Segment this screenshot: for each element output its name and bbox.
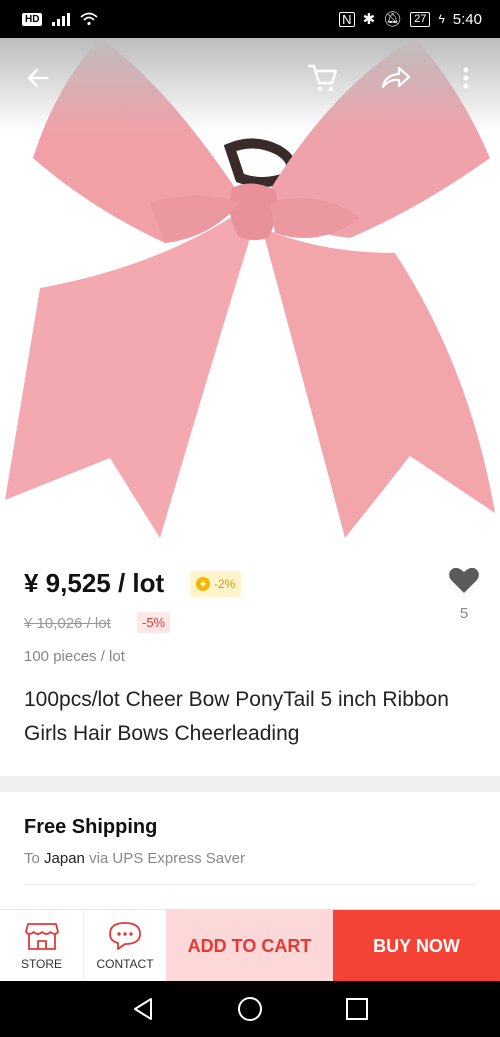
price: ¥ 9,525 / lot (24, 568, 165, 598)
cart-button[interactable] (304, 60, 340, 96)
more-vert-icon (463, 67, 469, 89)
product-image[interactable] (0, 38, 500, 538)
shipping-details: To Japan via UPS Express Saver (24, 850, 245, 867)
hd-badge: HD (22, 12, 43, 26)
arrow-left-icon (27, 68, 49, 88)
nav-recents-button[interactable] (337, 989, 377, 1029)
shipping-section[interactable]: Free Shipping To Japan via UPS Express S… (0, 792, 500, 909)
system-nav-bar (0, 981, 500, 1037)
nav-home-button[interactable] (230, 989, 270, 1029)
triangle-back-icon (134, 998, 153, 1020)
share-icon (381, 66, 411, 89)
circle-home-icon (237, 997, 262, 1021)
mute-icon: 🔕︎ (383, 11, 403, 28)
charging-icon: ϟ (438, 12, 445, 26)
add-to-cart-button[interactable]: ADD TO CART (166, 910, 333, 982)
chat-icon (109, 922, 141, 950)
contact-label: CONTACT (96, 957, 154, 971)
pieces-per-lot: 100 pieces / lot (24, 648, 125, 665)
buy-now-button[interactable]: BUY NOW (333, 910, 500, 982)
shipping-divider (24, 884, 476, 885)
wifi-icon (80, 12, 99, 26)
bluetooth-icon: ✱ (362, 11, 376, 28)
coin-discount-badge[interactable]: + -2% (190, 571, 242, 597)
signal-icon (52, 12, 71, 26)
coin-discount-label: -2% (214, 577, 236, 591)
store-label: STORE (20, 957, 63, 971)
status-right: N ✱ 🔕︎ 27 ϟ 5:40 (339, 10, 482, 28)
nav-back-button[interactable] (123, 989, 163, 1029)
shipping-destination: Japan (44, 850, 85, 867)
section-divider (0, 776, 500, 792)
action-bar: STORE CONTACT ADD TO CART BUY NOW (0, 909, 500, 982)
contact-button[interactable]: CONTACT (83, 910, 166, 982)
nfc-icon: N (339, 11, 355, 27)
shipping-method: via UPS Express Saver (89, 850, 245, 867)
coin-icon: + (196, 577, 210, 591)
original-price: ¥ 10,026 / lot (24, 615, 111, 632)
wishlist-button[interactable]: 5 (444, 566, 484, 622)
square-recents-icon (345, 998, 368, 1020)
battery-icon: 27 (410, 11, 431, 27)
share-button[interactable] (377, 60, 413, 96)
shipping-title: Free Shipping (24, 816, 158, 838)
product-info: ¥ 9,525 / lot + -2% ¥ 10,026 / lot -5% 1… (0, 538, 500, 770)
cart-icon (308, 64, 338, 92)
store-button[interactable]: STORE (0, 910, 83, 982)
shipping-to-label: To (24, 850, 40, 867)
heart-icon (449, 567, 479, 593)
product-title: 100pcs/lot Cheer Bow PonyTail 5 inch Rib… (24, 688, 449, 745)
status-bar: HD N ✱ 🔕︎ 27 ϟ 5:40 (0, 0, 500, 38)
header-shade (0, 38, 500, 133)
wishlist-count: 5 (459, 605, 469, 622)
store-icon (24, 923, 59, 950)
discount-badge: -5% (137, 612, 171, 633)
more-button[interactable] (448, 60, 484, 96)
clock: 5:40 (452, 10, 482, 28)
back-button[interactable] (20, 60, 56, 96)
status-left: HD (22, 12, 99, 26)
